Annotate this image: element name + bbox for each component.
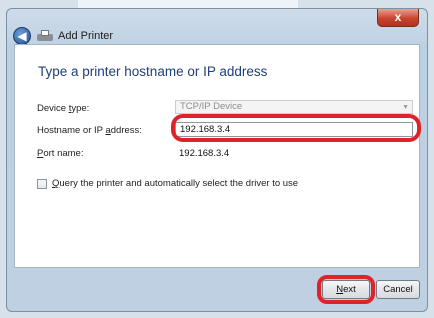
cancel-button[interactable]: Cancel — [376, 280, 420, 299]
chevron-down-icon: ▼ — [402, 104, 409, 111]
query-printer-row[interactable]: Query the printer and automatically sele… — [37, 178, 298, 189]
device-type-dropdown[interactable]: TCP/IP Device ▼ — [175, 100, 413, 114]
hostname-highlight — [171, 114, 421, 142]
query-printer-checkbox[interactable] — [37, 178, 47, 189]
wizard-content: Type a printer hostname or IP address De… — [14, 44, 421, 268]
hostname-label: Hostname or IP address: — [37, 125, 142, 136]
close-icon: x — [394, 10, 402, 24]
back-button[interactable]: ◀ — [13, 27, 31, 45]
next-highlight — [317, 275, 375, 304]
device-type-value: TCP/IP Device — [180, 101, 243, 112]
close-button[interactable]: x — [377, 9, 419, 27]
query-printer-label: Query the printer and automatically sele… — [52, 178, 299, 189]
port-name-input[interactable]: 192.168.3.4 — [179, 148, 229, 159]
device-type-label: Device type: — [37, 103, 90, 114]
printer-icon — [37, 30, 53, 42]
port-name-label: Port name: — [37, 148, 84, 159]
window-title: Add Printer — [58, 30, 114, 42]
page-title: Type a printer hostname or IP address — [38, 64, 268, 79]
back-arrow-icon: ◀ — [17, 29, 27, 43]
